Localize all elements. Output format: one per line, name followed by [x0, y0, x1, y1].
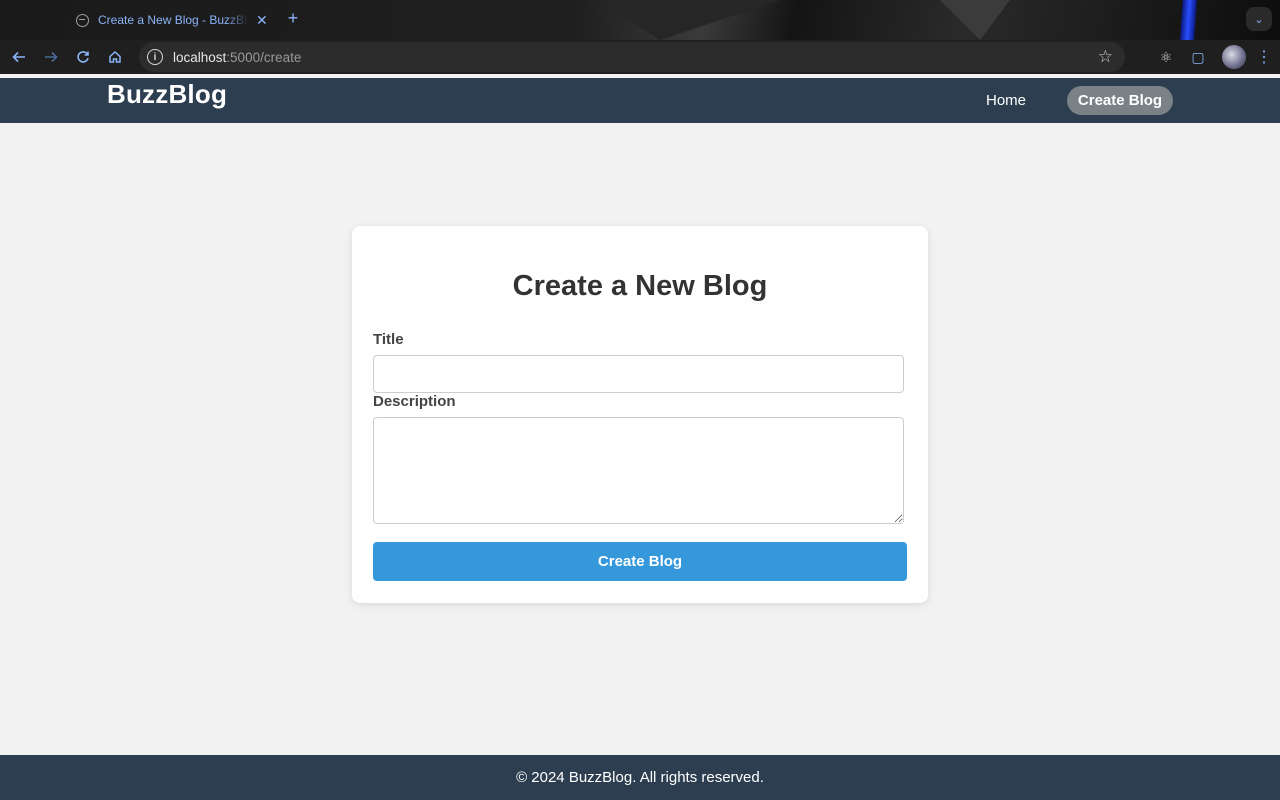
description-label: Description	[373, 393, 456, 410]
address-bar[interactable]: i localhost:5000/create ☆	[139, 42, 1125, 72]
title-label: Title	[373, 331, 404, 348]
browser-tab-title: Create a New Blog - BuzzBlog	[98, 13, 248, 27]
toolbar-actions: ⚛ ▢ ⋮	[1150, 40, 1280, 74]
bookmark-star-icon[interactable]: ☆	[1098, 47, 1113, 67]
title-input[interactable]	[373, 355, 904, 393]
close-tab-icon[interactable]: ✕	[256, 12, 268, 29]
chevron-down-icon: ⌄	[1254, 13, 1264, 26]
home-button[interactable]	[99, 41, 131, 73]
react-devtools-icon[interactable]: ⚛	[1150, 41, 1182, 73]
site-header: BuzzBlog Home Create Blog	[0, 78, 1280, 123]
page-title: Create a New Blog	[512, 270, 768, 302]
description-textarea[interactable]	[373, 417, 904, 524]
nav-home-link[interactable]: Home	[974, 86, 1038, 115]
wallpaper-shape	[940, 0, 1010, 40]
reload-button[interactable]	[67, 41, 99, 73]
extensions-puzzle-icon[interactable]: ▢	[1182, 41, 1214, 73]
footer-copyright: © 2024 BuzzBlog. All rights reserved.	[516, 769, 764, 786]
browser-menu-icon[interactable]: ⋮	[1254, 47, 1274, 67]
globe-icon	[76, 13, 89, 27]
arrow-left-icon	[12, 51, 25, 63]
create-blog-card: Create a New Blog Title Description Crea…	[352, 226, 928, 603]
url-text: localhost:5000/create	[173, 50, 301, 65]
create-blog-button[interactable]: Create Blog	[373, 542, 907, 581]
arrow-right-icon	[45, 51, 58, 63]
nav-create-blog-link[interactable]: Create Blog	[1067, 86, 1173, 115]
profile-avatar[interactable]	[1222, 45, 1246, 69]
wallpaper-streak	[1177, 0, 1197, 40]
home-icon	[109, 50, 121, 63]
forward-button[interactable]	[35, 41, 67, 73]
browser-tab-active[interactable]: Create a New Blog - BuzzBlog ✕	[66, 6, 278, 34]
tab-search-button[interactable]: ⌄	[1246, 7, 1272, 31]
browser-tab-strip: Create a New Blog - BuzzBlog ✕ + ⌄	[0, 0, 1280, 40]
browser-toolbar: i localhost:5000/create ☆ ⚛ ▢ ⋮	[0, 40, 1280, 74]
new-tab-button[interactable]: +	[284, 8, 302, 28]
url-host: localhost	[173, 49, 227, 65]
wallpaper-shape	[600, 0, 780, 40]
url-path: :5000/create	[226, 49, 302, 65]
site-footer: © 2024 BuzzBlog. All rights reserved.	[0, 755, 1280, 800]
back-button[interactable]	[3, 41, 35, 73]
reload-icon	[77, 51, 89, 63]
site-logo[interactable]: BuzzBlog	[107, 79, 227, 110]
site-info-icon[interactable]: i	[147, 49, 163, 65]
